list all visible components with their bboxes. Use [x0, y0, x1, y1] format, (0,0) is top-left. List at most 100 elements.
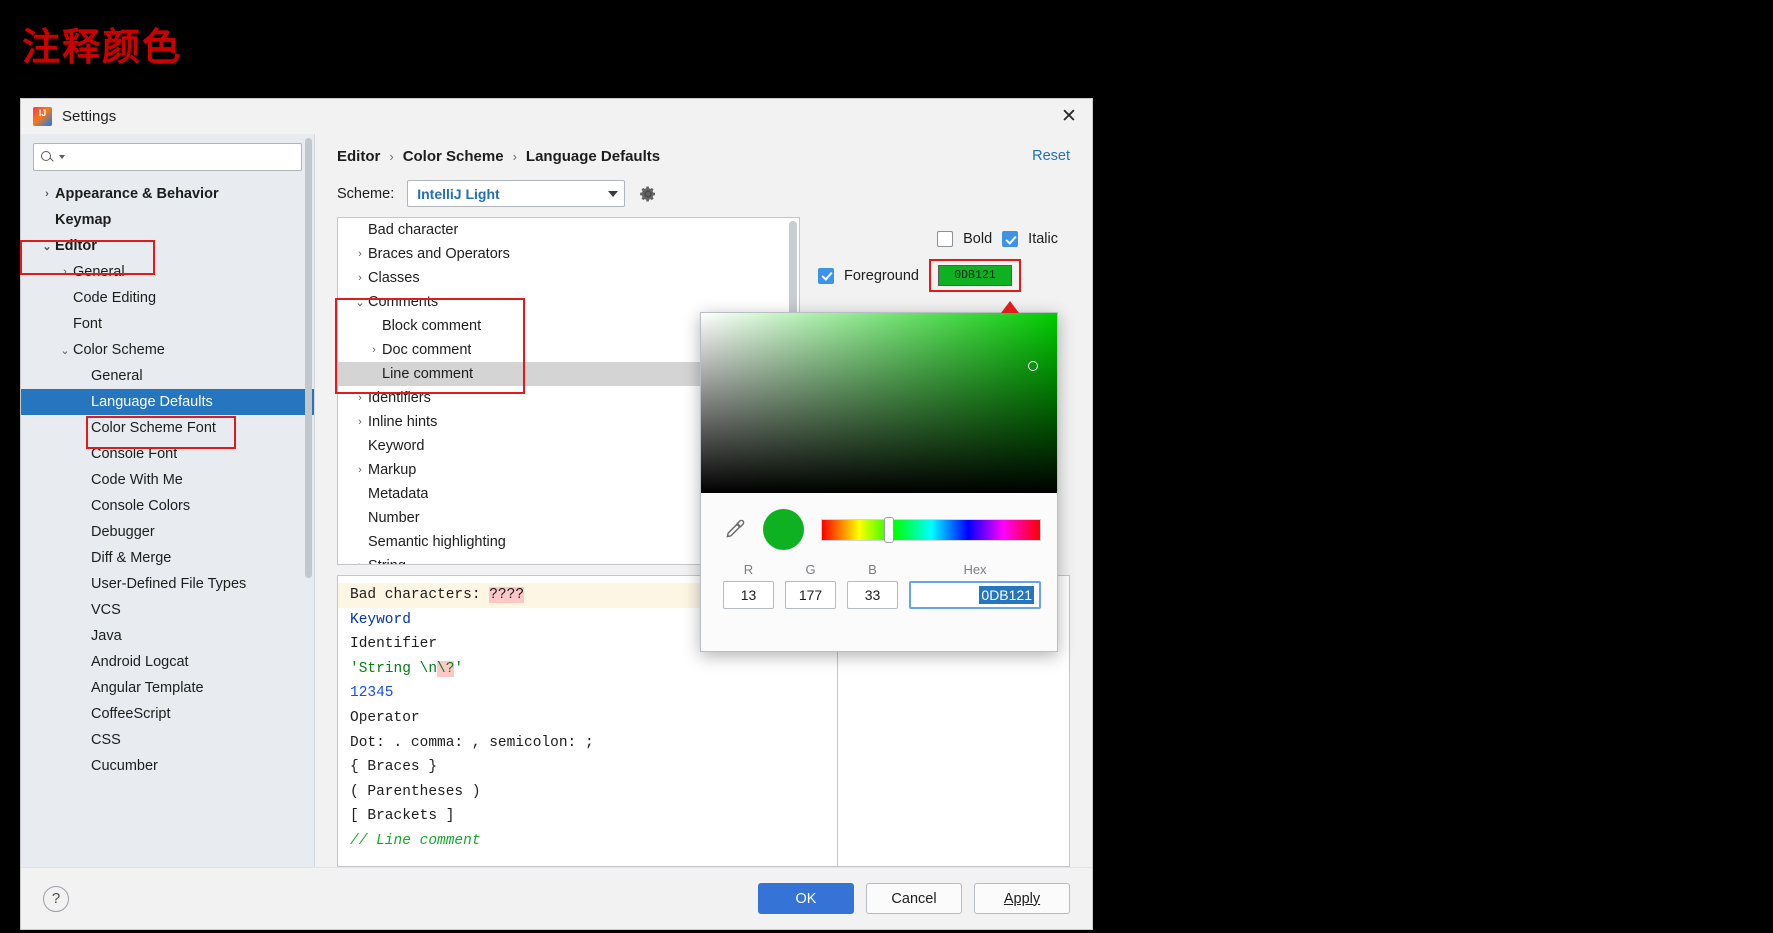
sidebar-item-editor[interactable]: ⌄ Editor: [21, 233, 314, 259]
close-icon[interactable]: ✕: [1046, 99, 1092, 134]
color-tree-item-classes[interactable]: › Classes: [338, 266, 799, 290]
sidebar-item-css[interactable]: CSS: [21, 727, 314, 753]
sidebar-item-label: Code Editing: [73, 290, 157, 306]
dialog-titlebar: Settings ✕: [21, 99, 1092, 134]
sidebar-item-color-scheme-font[interactable]: Color Scheme Font: [21, 415, 314, 441]
chevron-right-icon[interactable]: ›: [57, 266, 73, 278]
color-tree-item-label: Number: [368, 510, 420, 526]
bold-checkbox[interactable]: [937, 231, 954, 247]
sidebar-item-label: Debugger: [91, 524, 155, 540]
color-tree-item-braces-and-operators[interactable]: › Braces and Operators: [338, 242, 799, 266]
color-tree-item-label: Identifiers: [368, 390, 431, 406]
foreground-label: Foreground: [844, 267, 919, 284]
sidebar-item-color-scheme[interactable]: ⌄ Color Scheme: [21, 337, 314, 363]
sidebar-item-cucumber[interactable]: Cucumber: [21, 753, 314, 779]
apply-button[interactable]: Apply: [974, 883, 1070, 914]
chevron-right-icon[interactable]: ›: [352, 464, 368, 476]
hex-field-group: Hex 0DB121: [909, 562, 1041, 609]
sidebar-scrollbar[interactable]: [305, 138, 312, 863]
blue-label: B: [868, 562, 877, 577]
sidebar-item-appearance-behavior[interactable]: › Appearance & Behavior: [21, 181, 314, 207]
breadcrumb-item-1[interactable]: Color Scheme: [403, 148, 504, 165]
chevron-right-icon[interactable]: ›: [352, 248, 368, 260]
color-tree-item-label: Semantic highlighting: [368, 534, 506, 550]
sidebar-scrollbar-thumb[interactable]: [305, 138, 312, 578]
sidebar-item-label: Editor: [55, 238, 97, 254]
search-input[interactable]: [33, 143, 302, 171]
page-title: 注释颜色: [22, 25, 183, 69]
color-preview-circle: [763, 509, 804, 550]
chevron-right-icon[interactable]: ›: [39, 188, 55, 200]
chevron-down-icon[interactable]: ⌄: [57, 344, 73, 357]
chevron-down-icon[interactable]: ⌄: [352, 296, 368, 309]
dialog-footer: ? OK Cancel Apply: [21, 867, 1092, 929]
chevron-right-icon[interactable]: ›: [352, 560, 368, 564]
sidebar-item-code-editing[interactable]: Code Editing: [21, 285, 314, 311]
hex-label: Hex: [963, 562, 987, 577]
chevron-right-icon[interactable]: ›: [352, 272, 368, 284]
sidebar-item-console-font[interactable]: Console Font: [21, 441, 314, 467]
sidebar-item-keymap[interactable]: Keymap: [21, 207, 314, 233]
font-style-row: Bold Italic: [818, 231, 1058, 247]
color-tree-item-label: Doc comment: [382, 342, 472, 358]
sidebar-item-label: Font: [73, 316, 103, 332]
scheme-select[interactable]: IntelliJ Light: [407, 180, 626, 207]
sidebar-item-coffeescript[interactable]: CoffeeScript: [21, 701, 314, 727]
green-input[interactable]: 177: [785, 581, 836, 609]
picker-pointer-arrow: [1001, 301, 1019, 313]
help-icon[interactable]: ?: [43, 885, 69, 912]
dialog-title: Settings: [62, 108, 117, 125]
red-input[interactable]: 13: [723, 581, 774, 609]
sidebar-item-debugger[interactable]: Debugger: [21, 519, 314, 545]
preview-line: 'String \n\?': [350, 660, 464, 677]
sidebar-item-label: Console Colors: [91, 498, 191, 514]
eyedropper-icon[interactable]: [723, 518, 746, 541]
foreground-color-swatch[interactable]: 0DB121: [937, 265, 1012, 286]
sidebar-item-general[interactable]: General: [21, 363, 314, 389]
blue-input[interactable]: 33: [847, 581, 898, 609]
sidebar-item-user-defined-file-types[interactable]: User-Defined File Types: [21, 571, 314, 597]
sidebar-item-label: General: [73, 264, 125, 280]
hue-slider-thumb[interactable]: [884, 516, 894, 543]
chevron-right-icon[interactable]: ›: [352, 392, 368, 404]
color-tree-item-comments[interactable]: ⌄ Comments: [338, 290, 799, 314]
saturation-value-area[interactable]: [701, 313, 1057, 493]
sidebar-item-label: Color Scheme: [73, 342, 165, 358]
sidebar-item-diff-merge[interactable]: Diff & Merge: [21, 545, 314, 571]
sidebar-item-java[interactable]: Java: [21, 623, 314, 649]
gear-icon[interactable]: [638, 184, 658, 204]
foreground-checkbox[interactable]: [818, 267, 834, 284]
sidebar-item-font[interactable]: Font: [21, 311, 314, 337]
preview-line: ( Parentheses ): [350, 783, 481, 800]
chevron-right-icon[interactable]: ›: [352, 416, 368, 428]
intellij-logo-icon: [33, 107, 52, 126]
ok-button[interactable]: OK: [758, 883, 854, 914]
sidebar-item-label: Keymap: [55, 212, 112, 228]
sidebar-item-language-defaults[interactable]: Language Defaults: [21, 389, 314, 415]
chevron-down-icon[interactable]: ⌄: [39, 240, 55, 253]
sidebar-item-android-logcat[interactable]: Android Logcat: [21, 649, 314, 675]
reset-link[interactable]: Reset: [1032, 148, 1070, 164]
hex-input[interactable]: 0DB121: [909, 581, 1041, 609]
color-tree-item-label: String: [368, 558, 406, 564]
sidebar-item-label: Cucumber: [91, 758, 158, 774]
sidebar-item-label: Code With Me: [91, 472, 183, 488]
sidebar-item-console-colors[interactable]: Console Colors: [21, 493, 314, 519]
hue-slider[interactable]: [821, 516, 1041, 543]
sidebar-item-general[interactable]: › General: [21, 259, 314, 285]
color-tree-item-bad-character[interactable]: Bad character: [338, 218, 799, 242]
chevron-right-icon[interactable]: ›: [366, 344, 382, 356]
sidebar-item-vcs[interactable]: VCS: [21, 597, 314, 623]
sidebar-item-code-with-me[interactable]: Code With Me: [21, 467, 314, 493]
cancel-button[interactable]: Cancel: [866, 883, 962, 914]
italic-checkbox[interactable]: [1002, 231, 1019, 247]
breadcrumb-item-0[interactable]: Editor: [337, 148, 380, 165]
apply-label: Apply: [1003, 890, 1041, 907]
sidebar-item-angular-template[interactable]: Angular Template: [21, 675, 314, 701]
sidebar-item-label: Angular Template: [91, 680, 204, 696]
saturation-value-knob[interactable]: [1028, 361, 1038, 371]
blue-field-group: B 33: [847, 562, 898, 609]
color-tree-item-label: Line comment: [382, 366, 474, 382]
foreground-color-annotation: 0DB121: [928, 259, 1021, 292]
settings-sidebar: › Appearance & Behavior Keymap ⌄ Editor › Gene…: [21, 134, 315, 867]
